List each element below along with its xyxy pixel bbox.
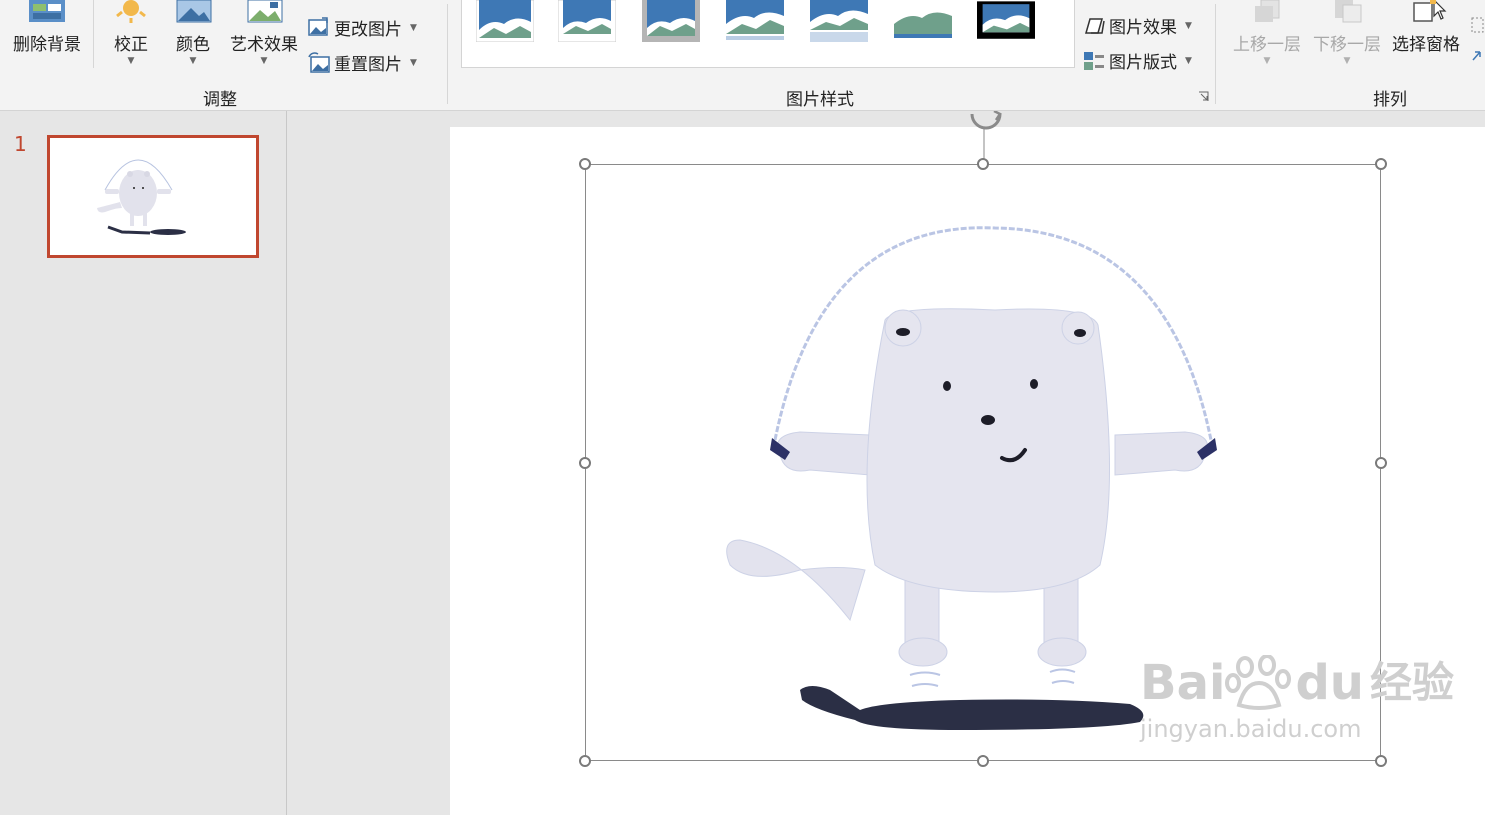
resize-handle-top-left[interactable] bbox=[579, 158, 591, 170]
corrections-button[interactable]: 校正 ▼ bbox=[104, 0, 158, 66]
artistic-effects-button[interactable]: 艺术效果 ▼ bbox=[226, 0, 302, 66]
baidu-watermark: Bai du 经验 jingyan.baidu.com bbox=[1140, 655, 1454, 743]
resize-handle-bottom-left[interactable] bbox=[579, 755, 591, 767]
arrange-group-label: 排列 bbox=[1373, 90, 1407, 110]
resize-handle-top[interactable] bbox=[977, 158, 989, 170]
chevron-down-icon: ▼ bbox=[1343, 56, 1351, 66]
watermark-brand-2: du bbox=[1295, 655, 1364, 711]
bear-thumbnail-image bbox=[97, 159, 186, 235]
resize-handle-bottom[interactable] bbox=[977, 755, 989, 767]
watermark-url: jingyan.baidu.com bbox=[1140, 715, 1362, 743]
slide-thumbnail[interactable] bbox=[47, 135, 259, 258]
dialog-launcher-icon[interactable] bbox=[1198, 91, 1209, 102]
remove-background-label: 删除背景 bbox=[13, 35, 81, 55]
chevron-down-icon: ▼ bbox=[189, 56, 197, 66]
bring-forward-button[interactable]: 上移一层 ▼ bbox=[1228, 0, 1306, 66]
style-thumbnail-1[interactable] bbox=[476, 0, 534, 42]
style-thumbnail-4[interactable] bbox=[726, 0, 784, 42]
chevron-down-icon: ▼ bbox=[410, 22, 417, 33]
reset-picture-label: 重置图片 bbox=[334, 55, 402, 75]
remove-background-icon bbox=[29, 0, 65, 22]
sun-icon bbox=[116, 0, 146, 23]
separator bbox=[1215, 4, 1216, 104]
paw-icon bbox=[1225, 655, 1292, 710]
picture-effects-icon bbox=[1085, 17, 1105, 34]
watermark-cn: 经验 bbox=[1369, 658, 1454, 707]
chevron-down-icon: ▼ bbox=[260, 56, 268, 66]
send-backward-button[interactable]: 下移一层 ▼ bbox=[1308, 0, 1386, 66]
change-picture-button[interactable]: 更改图片 ▼ bbox=[308, 15, 417, 40]
picture-styles-group-label: 图片样式 bbox=[786, 90, 854, 110]
selection-pane-icon bbox=[1413, 0, 1447, 22]
separator bbox=[93, 0, 94, 68]
picture-layout-label: 图片版式 bbox=[1109, 53, 1177, 73]
picture-layout-button[interactable]: 图片版式 ▼ bbox=[1083, 48, 1192, 73]
align-icon[interactable] bbox=[1470, 14, 1485, 64]
chevron-down-icon: ▼ bbox=[1263, 56, 1271, 66]
chevron-down-icon: ▼ bbox=[410, 57, 417, 68]
color-icon bbox=[176, 0, 212, 23]
bring-forward-icon bbox=[1255, 0, 1280, 22]
picture-layout-icon bbox=[1084, 51, 1104, 70]
separator bbox=[447, 4, 448, 104]
reset-picture-icon bbox=[308, 51, 330, 73]
style-thumbnail-2[interactable] bbox=[558, 0, 616, 42]
style-thumbnail-6[interactable] bbox=[894, 0, 952, 42]
watermark-brand: Bai bbox=[1140, 655, 1226, 711]
slide-thumbnail-pane: 1 bbox=[0, 111, 287, 815]
corrections-label: 校正 bbox=[114, 35, 148, 55]
resize-handle-top-right[interactable] bbox=[1375, 158, 1387, 170]
resize-handle-bottom-right[interactable] bbox=[1375, 755, 1387, 767]
adjust-group-label: 调整 bbox=[203, 90, 237, 110]
send-backward-icon bbox=[1335, 0, 1362, 23]
reset-picture-button[interactable]: 重置图片 ▼ bbox=[308, 50, 417, 75]
color-label: 颜色 bbox=[176, 35, 210, 55]
chevron-down-icon: ▼ bbox=[127, 56, 135, 66]
bring-forward-label: 上移一层 bbox=[1233, 35, 1301, 55]
rotate-handle-icon[interactable] bbox=[966, 111, 1006, 165]
style-thumbnail-3[interactable] bbox=[642, 0, 700, 42]
selection-pane-label: 选择窗格 bbox=[1392, 35, 1460, 55]
remove-background-button[interactable]: 删除背景 bbox=[8, 0, 86, 55]
send-backward-label: 下移一层 bbox=[1313, 35, 1381, 55]
artistic-effects-label: 艺术效果 bbox=[230, 35, 298, 55]
slide-number: 1 bbox=[14, 132, 27, 156]
style-thumbnail-5[interactable] bbox=[810, 0, 868, 42]
resize-handle-left[interactable] bbox=[579, 457, 591, 469]
picture-styles-gallery: ▲ ▼ ▼ bbox=[461, 0, 1075, 68]
ribbon: 删除背景 校正 ▼ 颜色 ▼ 艺术效果 ▼ 更改图片 ▼ 重置图片 ▼ 调整 图… bbox=[0, 0, 1485, 111]
chevron-down-icon: ▼ bbox=[1185, 55, 1192, 66]
change-picture-icon bbox=[308, 16, 328, 36]
artistic-effects-icon bbox=[247, 0, 283, 23]
change-picture-label: 更改图片 bbox=[334, 20, 402, 40]
picture-effects-button[interactable]: 图片效果 ▼ bbox=[1083, 13, 1192, 38]
style-thumbnail-7[interactable] bbox=[977, 0, 1035, 42]
picture-effects-label: 图片效果 bbox=[1109, 18, 1177, 38]
selection-pane-button[interactable]: 选择窗格 bbox=[1386, 0, 1466, 55]
resize-handle-right[interactable] bbox=[1375, 457, 1387, 469]
chevron-down-icon: ▼ bbox=[1185, 20, 1192, 31]
color-button[interactable]: 颜色 ▼ bbox=[166, 0, 220, 66]
